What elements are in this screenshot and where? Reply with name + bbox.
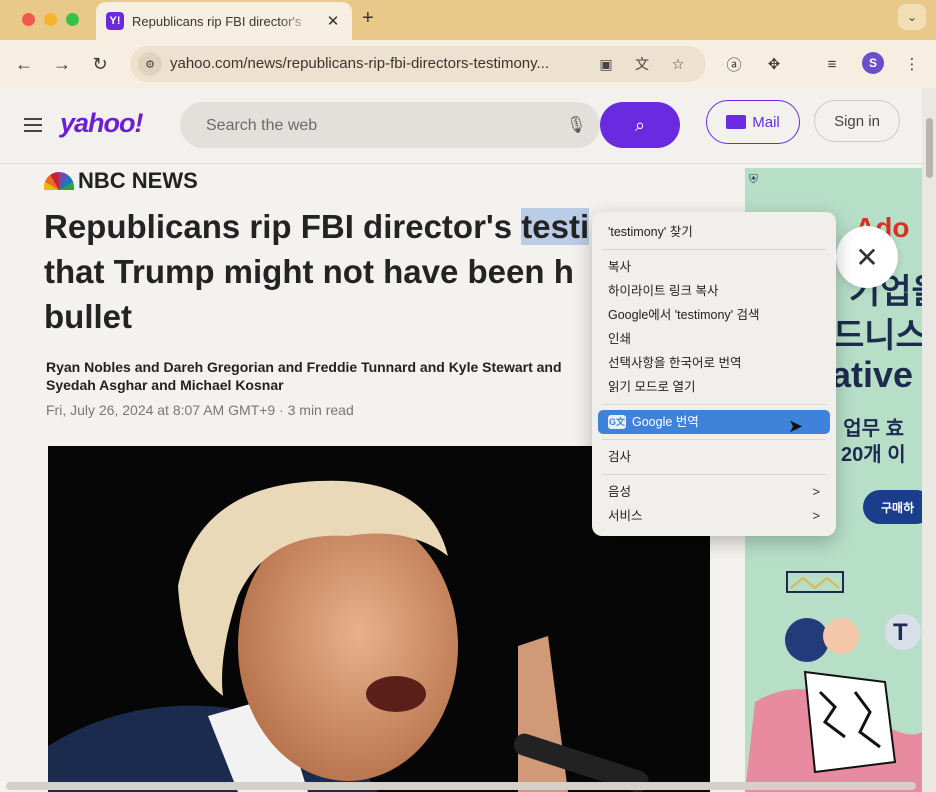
ad-shield-icon[interactable]: ⛨ — [749, 172, 763, 188]
tab-search-chevron-icon[interactable]: ⌄ — [898, 4, 926, 30]
yahoo-logo[interactable]: yahoo! — [60, 108, 144, 139]
nbc-peacock-logo-icon — [44, 172, 74, 190]
menu-item-services[interactable]: 서비스 > — [592, 504, 836, 528]
headline-text-3: bullet — [44, 298, 132, 335]
profile-avatar[interactable]: S — [862, 52, 884, 74]
reading-list-icon[interactable]: ≡ — [820, 52, 844, 76]
search-input[interactable]: Search the web — [206, 117, 317, 135]
translate-extension-icon[interactable]: ⓐ — [722, 52, 746, 76]
menu-item-reading-mode[interactable]: 읽기 모드로 열기 — [592, 375, 836, 399]
menu-separator — [602, 249, 826, 250]
menu-separator — [602, 474, 826, 475]
speech-label: 음성 — [608, 485, 632, 499]
menu-item-translate-selection[interactable]: 선택사항을 한국어로 번역 — [592, 351, 836, 375]
menu-item-copy-highlight-link[interactable]: 하이라이트 링크 복사 — [592, 279, 836, 303]
ad-text-line5: ! 업무 효 — [831, 418, 904, 440]
reload-icon[interactable]: ↻ — [88, 52, 112, 76]
menu-item-speech[interactable]: 음성 > — [592, 480, 836, 504]
ad-text-line4: ative — [831, 354, 914, 395]
browser-tab[interactable]: Y! Republicans rip FBI director's ✕ — [96, 2, 352, 40]
extensions-puzzle-icon[interactable]: ✥ — [762, 52, 786, 76]
search-button[interactable]: ⌕ — [600, 102, 680, 148]
headline-text-2: that Trump might not have been h — [44, 253, 574, 290]
zoom-window-button[interactable] — [66, 13, 79, 26]
horizontal-scrollbar[interactable] — [6, 782, 916, 790]
menu-separator — [602, 404, 826, 405]
yahoo-favicon-icon: Y! — [106, 12, 124, 30]
ad-illustration-image: T — [745, 571, 922, 792]
services-label: 서비스 — [608, 509, 643, 523]
tab-close-icon[interactable]: ✕ — [324, 12, 342, 30]
article-date: Fri, July 26, 2024 at 8:07 AM GMT+9 · 3 … — [46, 402, 354, 418]
context-menu: 'testimony' 찾기 복사 하이라이트 링크 복사 Google에서 '… — [592, 212, 836, 536]
submenu-chevron-right-icon: > — [812, 508, 820, 523]
source-name: NBC NEWS — [78, 168, 198, 193]
bookmark-star-icon[interactable]: ☆ — [668, 54, 688, 74]
close-window-button[interactable] — [22, 13, 35, 26]
menu-item-print[interactable]: 인쇄 — [592, 327, 836, 351]
selected-text[interactable]: testi — [521, 208, 590, 245]
site-info-icon[interactable]: ⚙ — [138, 52, 162, 76]
mouse-pointer-icon: ➤ — [788, 416, 804, 436]
mail-label: Mail — [752, 113, 780, 131]
install-app-icon[interactable]: ▣ — [596, 54, 616, 74]
menu-item-google-search[interactable]: Google에서 'testimony' 검색 — [592, 303, 836, 327]
google-translate-icon: G文 — [608, 415, 626, 429]
svg-text:T: T — [893, 619, 908, 646]
menu-item-copy[interactable]: 복사 — [592, 255, 836, 279]
menu-item-inspect[interactable]: 검사 — [592, 445, 836, 469]
article-byline: Ryan Nobles and Dareh Gregorian and Fred… — [46, 359, 562, 393]
headline-text-1: Republicans rip FBI director's — [44, 208, 522, 245]
translate-page-icon[interactable]: 文 — [632, 54, 652, 74]
browser-menu-icon[interactable]: ⋮ — [900, 52, 924, 76]
mail-envelope-icon — [726, 115, 747, 129]
menu-hamburger-icon[interactable] — [24, 118, 42, 132]
minimize-window-button[interactable] — [44, 13, 57, 26]
browser-titlebar: Y! Republicans rip FBI director's ✕ + ⌄ — [0, 0, 936, 40]
nbc-news-source[interactable]: NBC NEWS — [44, 168, 198, 194]
google-translate-label: Google 번역 — [632, 415, 699, 429]
ad-text-line3: 드니스 — [833, 317, 922, 355]
mail-button[interactable]: Mail — [706, 100, 800, 144]
forward-arrow-icon[interactable]: → — [50, 52, 74, 76]
sign-in-button[interactable]: Sign in — [814, 100, 900, 142]
search-field[interactable]: Search the web 🎙 — [180, 102, 600, 148]
microphone-icon[interactable]: 🎙 — [566, 115, 586, 135]
vertical-scrollbar[interactable] — [922, 88, 936, 792]
ad-buy-button[interactable]: 구매하 — [863, 490, 922, 524]
address-bar[interactable]: ⚙ yahoo.com/news/republicans-rip-fbi-dir… — [130, 46, 706, 82]
vertical-scrollbar-thumb[interactable] — [926, 118, 933, 178]
back-arrow-icon[interactable]: ← — [12, 52, 36, 76]
tab-title: Republicans rip FBI director's — [132, 13, 302, 29]
yahoo-header: yahoo! Search the web 🎙 ⌕ Mail Sign in — [0, 88, 922, 164]
new-tab-button[interactable]: + — [362, 7, 374, 30]
submenu-chevron-right-icon: > — [812, 484, 820, 499]
ad-text-line6: 20개 이 — [841, 444, 906, 466]
browser-toolbar: ← → ↻ ⚙ yahoo.com/news/republicans-rip-f… — [0, 40, 936, 88]
close-ad-icon[interactable]: ✕ — [836, 226, 898, 288]
search-icon: ⌕ — [634, 114, 646, 135]
url-text[interactable]: yahoo.com/news/republicans-rip-fbi-direc… — [170, 55, 590, 72]
menu-item-find[interactable]: 'testimony' 찾기 — [592, 220, 836, 244]
menu-separator — [602, 439, 826, 440]
